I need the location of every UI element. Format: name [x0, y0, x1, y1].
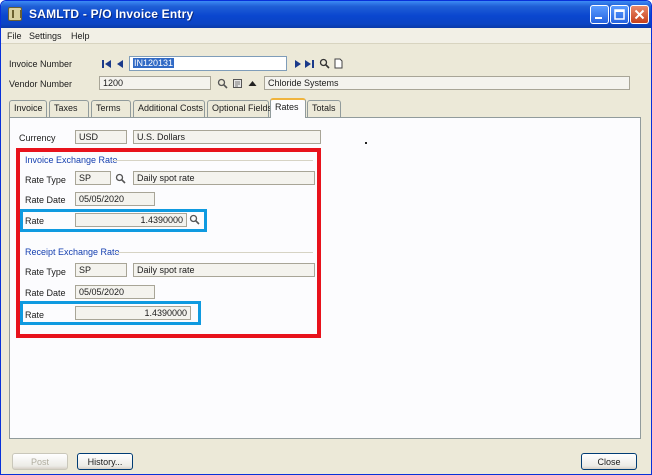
menu-bar: File Settings Help	[1, 28, 651, 44]
tab-rates[interactable]: Rates	[270, 98, 306, 118]
close-button[interactable]: Close	[581, 453, 637, 470]
app-icon	[8, 7, 22, 21]
maximize-button[interactable]	[610, 5, 629, 24]
currency-label: Currency	[19, 133, 56, 143]
minimize-button[interactable]	[590, 5, 609, 24]
tab-additional-costs[interactable]: Additional Costs	[133, 100, 205, 117]
previous-record-icon[interactable]	[115, 59, 126, 69]
invoice-number-label: Invoice Number	[9, 59, 73, 69]
search-icon[interactable]	[319, 58, 330, 69]
menu-settings[interactable]: Settings	[29, 31, 62, 41]
window-title: SAMLTD - P/O Invoice Entry	[29, 7, 194, 21]
vendor-detail-icon[interactable]	[232, 78, 243, 89]
tab-totals[interactable]: Totals	[307, 100, 341, 117]
tab-invoice[interactable]: Invoice	[9, 100, 47, 117]
close-window-button[interactable]	[630, 5, 649, 24]
maximize-icon	[614, 9, 625, 20]
menu-file[interactable]: File	[7, 31, 22, 41]
minimize-icon	[595, 17, 602, 19]
post-button[interactable]: Post	[12, 453, 68, 470]
vendor-search-icon[interactable]	[217, 78, 228, 89]
currency-code-field: USD	[75, 130, 127, 144]
first-record-icon[interactable]	[101, 59, 112, 69]
new-document-icon[interactable]	[333, 58, 344, 69]
vendor-number-label: Vendor Number	[9, 79, 73, 89]
invoice-rate-highlight-box	[20, 209, 207, 232]
next-record-icon[interactable]	[292, 59, 303, 69]
vendor-name-field: Chloride Systems	[264, 76, 630, 90]
vendor-up-arrow-icon[interactable]	[247, 78, 258, 89]
po-invoice-entry-window: SAMLTD - P/O Invoice Entry File Settings…	[0, 0, 652, 475]
currency-name-field: U.S. Dollars	[133, 130, 321, 144]
vendor-number-field[interactable]: 1200	[99, 76, 211, 90]
last-record-icon[interactable]	[304, 59, 315, 69]
history-button[interactable]: History...	[77, 453, 133, 470]
close-icon	[634, 9, 645, 20]
invoice-number-input[interactable]: IN120131	[129, 56, 287, 71]
button-bar: Post History... Close	[1, 447, 651, 474]
stray-dot	[365, 142, 367, 144]
menu-help[interactable]: Help	[71, 31, 90, 41]
title-bar[interactable]: SAMLTD - P/O Invoice Entry	[1, 1, 651, 28]
tab-optional-fields[interactable]: Optional Fields	[207, 100, 272, 117]
receipt-rate-highlight-box	[20, 301, 201, 325]
tab-taxes[interactable]: Taxes	[49, 100, 89, 117]
tab-terms[interactable]: Terms	[91, 100, 131, 117]
